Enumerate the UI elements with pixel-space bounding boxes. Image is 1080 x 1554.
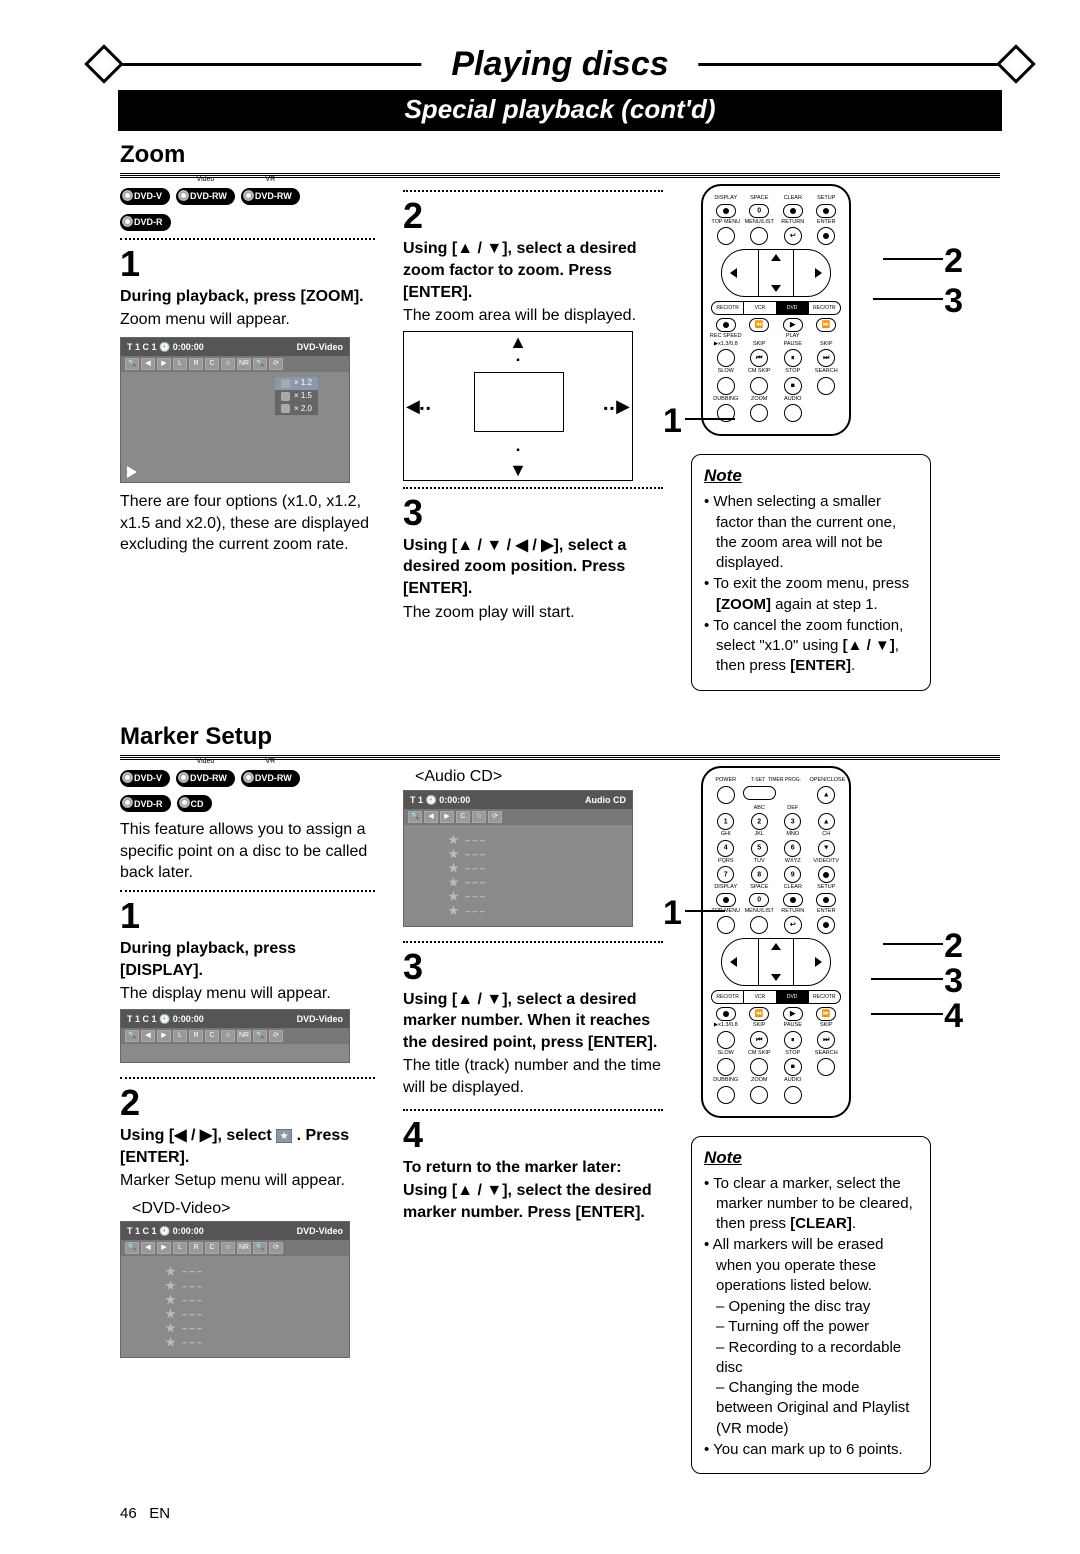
- note-item: All markers will be erased when you oper…: [704, 1235, 918, 1296]
- step-note: There are four options (x1.0, x1.2, x1.5…: [120, 491, 375, 556]
- disc-badge: DVD-V: [120, 188, 170, 205]
- zoom-note: Note When selecting a smaller factor tha…: [691, 454, 931, 690]
- step-result: The zoom play will start.: [403, 602, 663, 624]
- step-number: 1: [120, 246, 375, 282]
- step-result: Marker Setup menu will appear.: [120, 1170, 375, 1192]
- marker-col-2: <Audio CD> T 1 🕘 0:00:00Audio CD 🔍◀▶C☆⟳ …: [403, 766, 663, 1225]
- note-item: To cancel the zoom function, select "x1.…: [704, 616, 918, 677]
- play-icon: [127, 466, 137, 478]
- zoom-col-2: 2 Using [▲ / ▼], select a desired zoom f…: [403, 184, 663, 625]
- marker-col-3: POWERT-SET TIMER PROG.OPEN/CLOSE ▲ ABCDE…: [691, 766, 931, 1474]
- step-instruction: Using [▲ / ▼ / ◀ / ▶], select a desired …: [403, 535, 663, 600]
- disc-badge: DVD-RW: [241, 770, 300, 787]
- dpad: [721, 249, 831, 297]
- step-instruction: Using [▲ / ▼], select a desired marker n…: [403, 989, 663, 1054]
- marker-icon: [276, 1129, 292, 1143]
- marker-intro: This feature allows you to assign a spec…: [120, 819, 375, 884]
- marker-heading: Marker Setup: [120, 721, 1000, 758]
- osd-caption: <Audio CD>: [415, 766, 663, 788]
- zoom-area-diagram: ▲▪ ▪▼ ◀▪▪ ▪▪▶: [403, 331, 633, 481]
- disc-badge: DVD-V: [120, 770, 170, 787]
- display-osd: T 1 C 1 🕘 0:00:00DVD-Video 🔍◀▶LRC☆NR🔍⟳: [120, 1009, 350, 1063]
- step-number: 3: [403, 949, 663, 985]
- marker-note: Note To clear a marker, select the marke…: [691, 1136, 931, 1474]
- disc-badge: DVD-RW: [176, 188, 235, 205]
- page-lang: EN: [149, 1505, 170, 1522]
- dpad: [721, 938, 831, 986]
- callout-num: 4: [944, 994, 963, 1040]
- disc-badge: DVD-R: [120, 795, 171, 812]
- note-subitem: Recording to a recordable disc: [704, 1338, 918, 1379]
- callout-num: 1: [663, 891, 682, 937]
- section-title: Special playback (cont'd): [118, 90, 1002, 131]
- step-instruction: Using [▲ / ▼], select a desired zoom fac…: [403, 238, 663, 303]
- step-instruction: During playback, press [ZOOM].: [120, 286, 375, 308]
- step-instruction: During playback, press [DISPLAY].: [120, 938, 375, 981]
- note-subitem: Opening the disc tray: [704, 1297, 918, 1317]
- marker-col-1: DVD-V VideoDVD-RW VRDVD-RW DVD-R CD This…: [120, 766, 375, 1358]
- disc-badge: CD: [177, 795, 212, 812]
- disc-badge: DVD-R: [120, 214, 171, 231]
- note-subitem: Turning off the power: [704, 1317, 918, 1337]
- zoom-factor-menu: × 1.2 × 1.5 × 2.0: [274, 376, 319, 416]
- note-item: To exit the zoom menu, press [ZOOM] agai…: [704, 574, 918, 615]
- zoom-col-3: DISPLAYSPACECLEARSETUP 0 TOP MENUMENU/LI…: [691, 184, 931, 690]
- marker-osd-dvd: T 1 C 1 🕘 0:00:00DVD-Video 🔍◀▶LRC☆NR🔍⟳ –…: [120, 1221, 350, 1358]
- step-result: The display menu will appear.: [120, 983, 375, 1005]
- step-number: 3: [403, 495, 663, 531]
- step-result: Zoom menu will appear.: [120, 309, 375, 331]
- callout-num: 1: [663, 399, 682, 445]
- step-instruction: Using [▲ / ▼], select the desired marker…: [403, 1180, 663, 1223]
- marker-osd-cd: T 1 🕘 0:00:00Audio CD 🔍◀▶C☆⟳ – – – – – –…: [403, 790, 633, 927]
- step-number: 1: [120, 898, 375, 934]
- chapter-title: Playing discs: [421, 42, 698, 88]
- note-item: When selecting a smaller factor than the…: [704, 492, 918, 573]
- note-heading: Note: [704, 465, 918, 488]
- remote-diagram-marker: POWERT-SET TIMER PROG.OPEN/CLOSE ▲ ABCDE…: [701, 766, 851, 1118]
- page-footer: 46 EN: [120, 1504, 1000, 1524]
- zoom-heading: Zoom: [120, 139, 1000, 176]
- callout-num: 3: [944, 279, 963, 325]
- zoom-osd: T 1 C 1 🕘 0:00:00DVD-Video 🔍◀▶LRC☆NR🔍⟳ ×…: [120, 337, 350, 483]
- disc-badge: DVD-RW: [176, 770, 235, 787]
- note-item: You can mark up to 6 points.: [704, 1440, 918, 1460]
- step-instruction: To return to the marker later:: [403, 1157, 663, 1179]
- step-instruction: Using [◀ / ▶], select . Press [ENTER].: [120, 1125, 375, 1168]
- osd-caption: <DVD-Video>: [132, 1198, 375, 1220]
- step-result: The title (track) number and the time wi…: [403, 1055, 663, 1098]
- chapter-banner: Playing discs: [120, 40, 1000, 88]
- step-number: 2: [403, 198, 663, 234]
- step-number: 2: [120, 1085, 375, 1121]
- note-heading: Note: [704, 1147, 918, 1170]
- note-item: To clear a marker, select the marker num…: [704, 1174, 918, 1235]
- page-number: 46: [120, 1505, 137, 1522]
- step-number: 4: [403, 1117, 663, 1153]
- callout-num: 2: [944, 239, 963, 285]
- note-subitem: Changing the mode between Original and P…: [704, 1378, 918, 1439]
- remote-diagram-zoom: DISPLAYSPACECLEARSETUP 0 TOP MENUMENU/LI…: [701, 184, 851, 436]
- zoom-col-1: DVD-V VideoDVD-RW VRDVD-RW DVD-R 1 Durin…: [120, 184, 375, 557]
- step-result: The zoom area will be displayed.: [403, 305, 663, 327]
- disc-badge: DVD-RW: [241, 188, 300, 205]
